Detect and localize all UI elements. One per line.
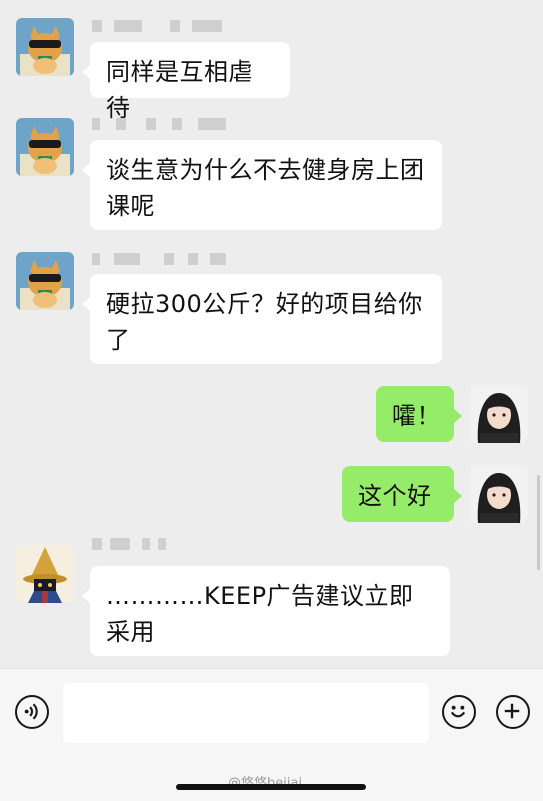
chat-message-list[interactable]: 同样是互相虐待 谈生意为什么不去健身房上团课呢 硬拉300公斤？好的项目给你了 … (0, 0, 543, 668)
sender-name-blurred (92, 538, 232, 552)
cat-avatar-icon (16, 118, 74, 176)
message-text: 谈生意为什么不去健身房上团课呢 (106, 156, 425, 220)
voice-icon (24, 703, 38, 720)
emoji-button[interactable] (442, 695, 476, 729)
sender-name-blurred (92, 20, 232, 34)
voice-button[interactable] (15, 695, 49, 729)
home-indicator[interactable] (176, 784, 366, 790)
message-bubble[interactable]: 同样是互相虐待 (82, 42, 290, 122)
chat-input-bar: @悠悠beijai (0, 668, 543, 801)
scrollbar[interactable] (537, 475, 540, 570)
cat-avatar-icon (16, 252, 74, 310)
message-text: 硬拉300公斤？好的项目给你了 (106, 290, 423, 354)
sender-name-blurred (92, 253, 232, 267)
message-bubble[interactable]: …………KEEP广告建议立即采用 (82, 566, 450, 656)
sender-name-blurred (92, 118, 232, 132)
message-text: 这个好 (358, 482, 432, 510)
message-input[interactable] (63, 683, 429, 743)
portrait-avatar-icon (470, 465, 528, 523)
avatar-wizard[interactable] (16, 545, 74, 603)
cat-avatar-icon (16, 18, 74, 76)
avatar-cat[interactable] (16, 118, 74, 176)
portrait-avatar-icon (470, 385, 528, 443)
black-mage-avatar-icon (16, 545, 74, 603)
message-bubble-sent[interactable]: 嚯！ (376, 386, 462, 442)
emoji-icon (450, 705, 466, 718)
plus-icon (504, 703, 520, 719)
message-text: …………KEEP广告建议立即采用 (106, 582, 414, 646)
avatar-cat[interactable] (16, 18, 74, 76)
avatar-cat[interactable] (16, 252, 74, 310)
message-text: 嚯！ (392, 402, 441, 430)
avatar-self[interactable] (470, 385, 528, 443)
avatar-self[interactable] (470, 465, 528, 523)
message-bubble-sent[interactable]: 这个好 (342, 466, 462, 522)
message-text: 同样是互相虐待 (106, 58, 253, 122)
message-bubble[interactable]: 谈生意为什么不去健身房上团课呢 (82, 140, 442, 230)
add-button[interactable] (496, 695, 530, 729)
message-bubble[interactable]: 硬拉300公斤？好的项目给你了 (82, 274, 442, 364)
